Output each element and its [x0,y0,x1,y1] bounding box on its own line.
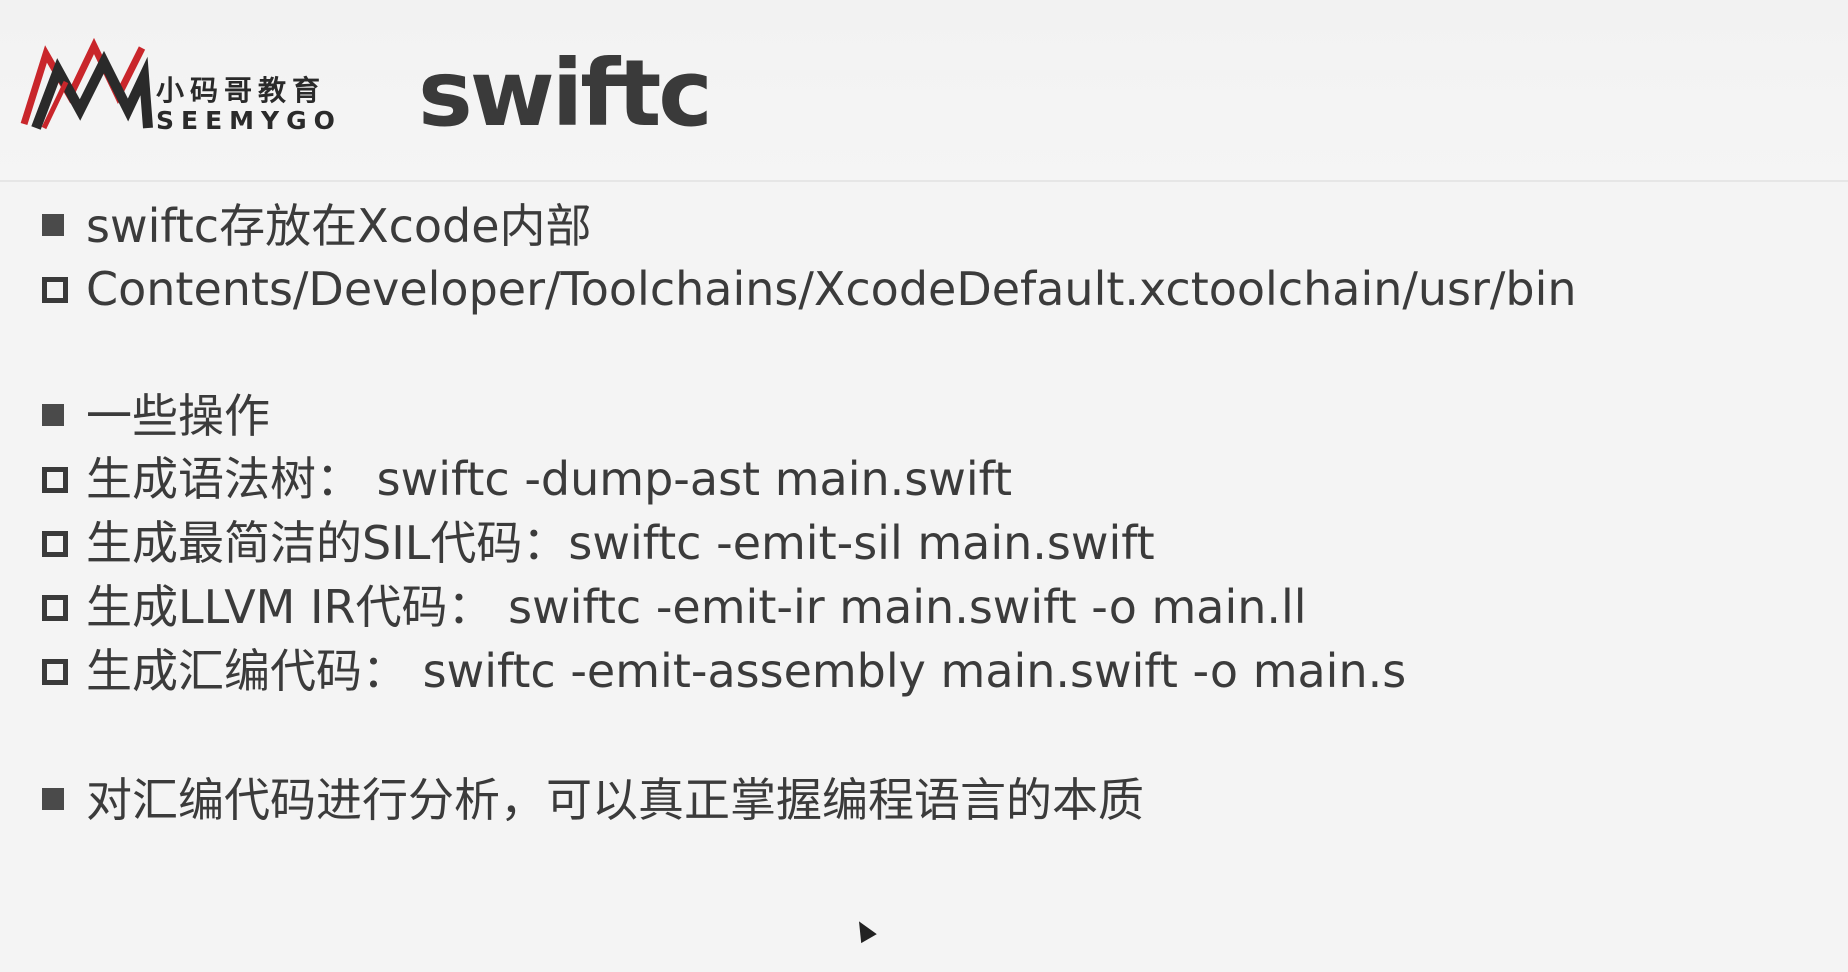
filled-square-bullet-icon [42,214,64,236]
hollow-square-bullet-icon [42,467,68,493]
seemygo-logo: 小码哥教育 SEEMYGO [18,36,358,140]
bullet-text: 生成LLVM IR代码： swiftc -emit-ir main.swift … [86,580,1307,634]
hollow-square-bullet-icon [42,277,68,303]
hollow-square-bullet-icon [42,595,68,621]
slide-header: 小码哥教育 SEEMYGO swiftc [0,0,1848,182]
slide: 小码哥教育 SEEMYGO swiftc swiftc存放在Xcode内部 Co… [0,0,1848,972]
bullet-text: 一些操作 [86,389,270,443]
filled-square-bullet-icon [42,404,64,426]
bullet-text: 对汇编代码进行分析，可以真正掌握编程语言的本质 [86,773,1144,827]
bullet-text: Contents/Developer/Toolchains/XcodeDefau… [86,262,1577,316]
logo-english-name: SEEMYGO [156,106,342,135]
slide-title: swiftc [418,40,713,147]
mouse-pointer-icon [851,916,877,944]
hollow-square-bullet-icon [42,659,68,685]
bullet-text: swiftc存放在Xcode内部 [86,199,592,253]
filled-square-bullet-icon [42,788,64,810]
logo-mark-icon [20,37,153,130]
hollow-square-bullet-icon [42,531,68,557]
bullet-text: 生成汇编代码： swiftc -emit-assembly main.swift… [86,644,1407,698]
logo-chinese-name: 小码哥教育 [156,74,327,107]
bullet-text: 生成最简洁的SIL代码：swiftc -emit-sil main.swift [86,516,1155,570]
bullet-text: 生成语法树： swiftc -dump-ast main.swift [86,452,1013,506]
